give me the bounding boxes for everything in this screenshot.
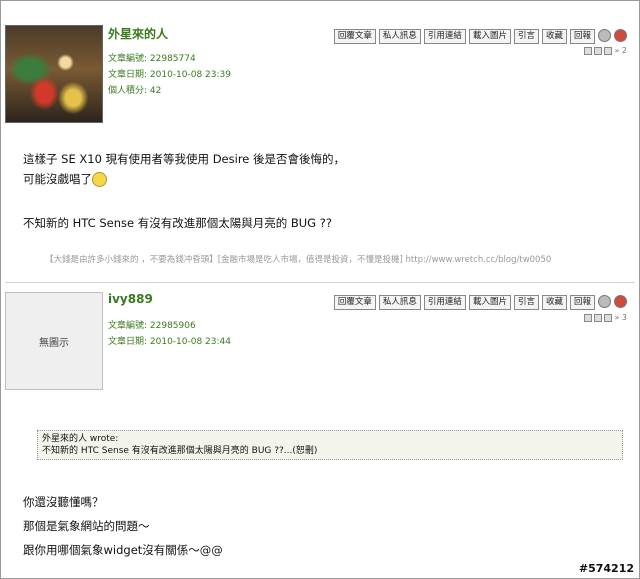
private-message-button[interactable]: 私人訊息 xyxy=(378,295,421,310)
font-large-icon[interactable] xyxy=(604,313,613,322)
edit-icon[interactable] xyxy=(598,295,611,308)
username[interactable]: ivy889 xyxy=(108,292,153,306)
report-button[interactable]: 回報 xyxy=(569,295,595,310)
floor-number: » 3 xyxy=(614,313,627,322)
private-message-button[interactable]: 私人訊息 xyxy=(378,29,421,44)
smiley-icon xyxy=(92,172,107,187)
quote-link-button[interactable]: 引用連結 xyxy=(423,295,466,310)
user-points: 個人積分: 42 xyxy=(108,86,162,96)
favorite-button[interactable]: 收藏 xyxy=(541,29,567,44)
report-button[interactable]: 回報 xyxy=(569,29,595,44)
username[interactable]: 外星來的人 xyxy=(108,25,168,42)
font-medium-icon[interactable] xyxy=(594,313,603,322)
post-2: 無圖示 ivy889 文章編號: 22985906 文章日期: 2010-10-… xyxy=(5,292,635,562)
post-line: 你還沒聽懂嗎？ xyxy=(23,495,104,509)
article-id: 文章編號: 22985906 xyxy=(108,321,196,331)
quote-button[interactable]: 引言 xyxy=(513,29,539,44)
post-line-with-emoji: 可能沒戲唱了 xyxy=(23,169,345,189)
post-divider xyxy=(5,282,635,283)
font-small-icon[interactable] xyxy=(584,46,593,55)
favorite-button[interactable]: 收藏 xyxy=(541,295,567,310)
quote-author: 外星來的人 wrote: xyxy=(42,434,119,444)
edit-icon[interactable] xyxy=(598,29,611,42)
article-date: 文章日期: 2010-10-08 23:39 xyxy=(108,70,231,80)
reply-button[interactable]: 回覆文章 xyxy=(333,295,376,310)
post-meta: 文章編號: 22985906 文章日期: 2010-10-08 23:44 xyxy=(108,318,231,350)
floor-number: » 2 xyxy=(614,46,627,55)
post-subnav: » 2 xyxy=(584,46,627,55)
post-toolbar: 回覆文章 私人訊息 引用連結 載入圖片 引言 收藏 回報 xyxy=(333,295,627,310)
post-1: 外星來的人 文章編號: 22985774 文章日期: 2010-10-08 23… xyxy=(5,25,635,275)
post-body: 這樣子 SE X10 現有使用者等我使用 Desire 後是否會後悔的， 可能沒… xyxy=(23,149,345,233)
post-line: 那個是氣象網站的問題～ xyxy=(23,519,150,533)
post-toolbar: 回覆文章 私人訊息 引用連結 載入圖片 引言 收藏 回報 xyxy=(333,29,627,44)
load-images-button[interactable]: 載入圖片 xyxy=(468,295,511,310)
post-body: 你還沒聽懂嗎？ 那個是氣象網站的問題～ 跟你用哪個氣象widget沒有關係～@@ xyxy=(23,492,223,560)
quote-block: 外星來的人 wrote: 不知新的 HTC Sense 有沒有改進那個太陽與月亮… xyxy=(37,430,623,460)
post-line: 不知新的 HTC Sense 有沒有改進那個太陽與月亮的 BUG ?? xyxy=(23,216,332,230)
article-date: 文章日期: 2010-10-08 23:44 xyxy=(108,337,231,347)
signature: 【大錢是由許多小錢來的 ，不要為錢冲昏頭】[金融市場是吃人市場，值得是投資，不懂… xyxy=(45,255,552,265)
delete-icon[interactable] xyxy=(614,29,627,42)
post-meta: 文章編號: 22985774 文章日期: 2010-10-08 23:39 個人… xyxy=(108,51,231,99)
quote-link-button[interactable]: 引用連結 xyxy=(423,29,466,44)
font-small-icon[interactable] xyxy=(584,313,593,322)
watermark: #574212 xyxy=(578,562,634,575)
delete-icon[interactable] xyxy=(614,295,627,308)
post-line: 跟你用哪個氣象widget沒有關係～@@ xyxy=(23,543,223,557)
user-avatar[interactable] xyxy=(5,25,103,123)
load-images-button[interactable]: 載入圖片 xyxy=(468,29,511,44)
quote-text: 不知新的 HTC Sense 有沒有改進那個太陽與月亮的 BUG ??...(恕… xyxy=(42,446,318,456)
quote-button[interactable]: 引言 xyxy=(513,295,539,310)
font-large-icon[interactable] xyxy=(604,46,613,55)
font-medium-icon[interactable] xyxy=(594,46,603,55)
reply-button[interactable]: 回覆文章 xyxy=(333,29,376,44)
post-line: 這樣子 SE X10 現有使用者等我使用 Desire 後是否會後悔的， xyxy=(23,152,346,166)
post-subnav: » 3 xyxy=(584,313,627,322)
article-id: 文章編號: 22985774 xyxy=(108,54,196,64)
user-avatar-placeholder[interactable]: 無圖示 xyxy=(5,292,103,390)
